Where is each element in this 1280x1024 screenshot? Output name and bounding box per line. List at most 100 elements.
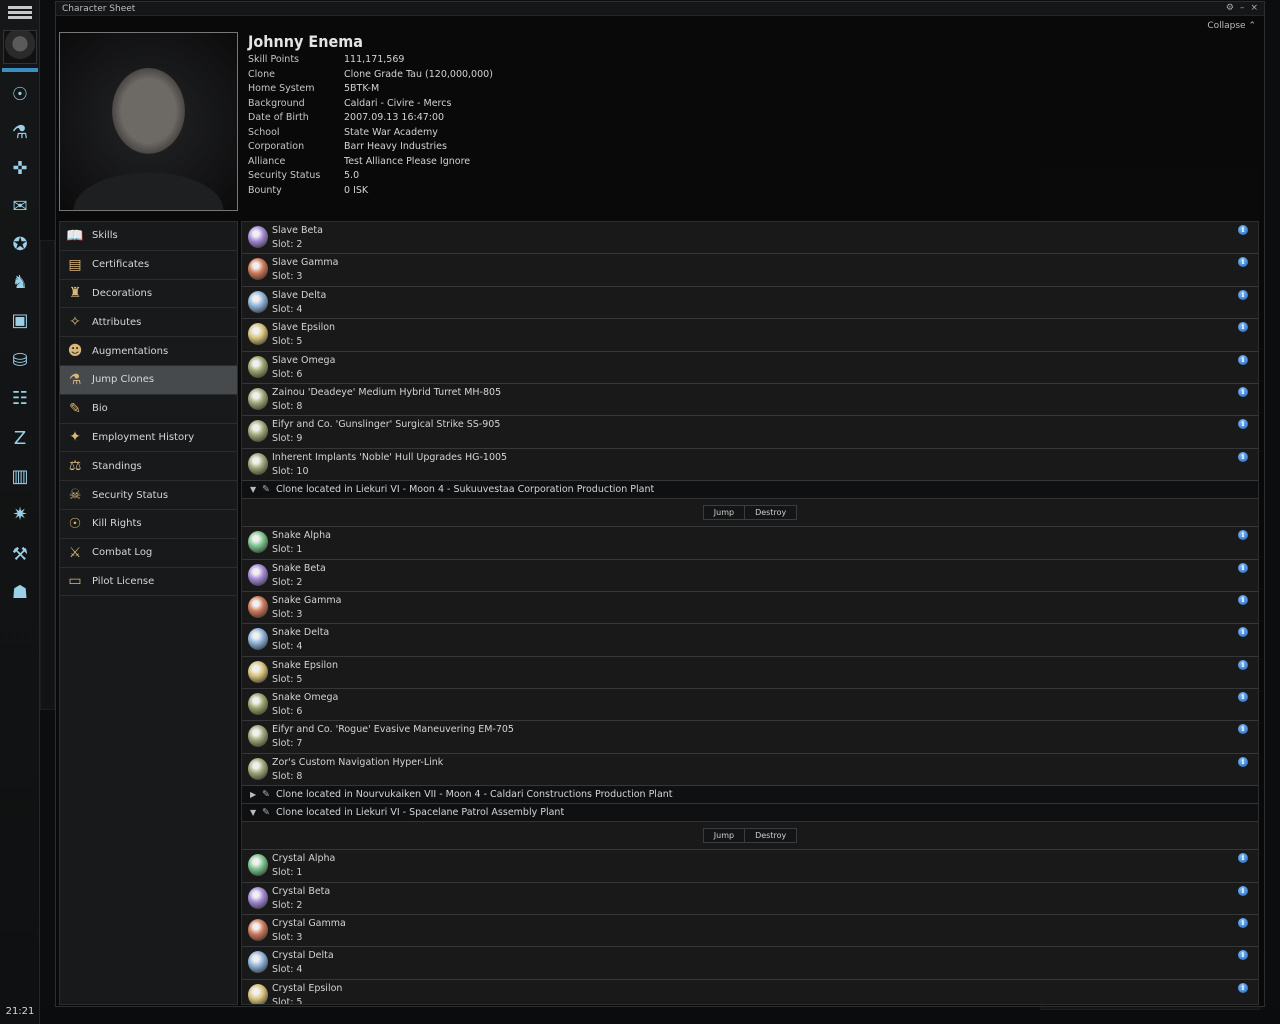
menu-icon[interactable] (6, 4, 34, 24)
info-icon[interactable]: i (1238, 451, 1248, 462)
people-icon[interactable]: ✜ (4, 152, 36, 184)
sidebar-item-standings[interactable]: ⚖ Standings (60, 452, 237, 482)
sidebar-item-employment-history[interactable]: ✦ Employment History (60, 424, 237, 453)
book-icon: 📖 (66, 227, 84, 244)
sidebar-item-combat-log[interactable]: ⚔ Combat Log (60, 539, 237, 568)
implant-row[interactable]: Slave Beta Slot: 2 i (242, 222, 1258, 255)
implant-row[interactable]: Snake Omega Slot: 6 i (242, 689, 1258, 722)
sidebar-item-attributes[interactable]: ✧ Attributes (60, 308, 237, 338)
info-icon[interactable]: i (1238, 692, 1248, 703)
implant-row[interactable]: Snake Epsilon Slot: 5 i (242, 657, 1258, 690)
sidebar-item-pilot-license[interactable]: ▭ Pilot License (60, 568, 237, 597)
contracts-icon[interactable]: ✷ (4, 498, 36, 530)
sidebar-item-augmentations[interactable]: ☻ Augmentations (60, 337, 237, 366)
wallet-icon[interactable]: ⛁ (4, 344, 36, 376)
clone-location-label: Clone located in Liekuri VI - Spacelane … (276, 807, 565, 819)
expanded-arrow-icon[interactable]: ▼ (250, 804, 262, 822)
collapse-button[interactable]: Collapse ⌃ (1207, 21, 1256, 31)
info-icon[interactable]: i (1238, 289, 1248, 300)
market-icon[interactable]: ☷ (4, 382, 36, 414)
sidebar-item-kill-rights[interactable]: ☉ Kill Rights (60, 510, 237, 539)
window-title[interactable]: Character Sheet (56, 2, 1264, 16)
collapsed-arrow-icon[interactable]: ▶ (250, 786, 262, 804)
info-icon[interactable]: i (1238, 853, 1248, 864)
info-icon[interactable]: i (1238, 530, 1248, 541)
implant-row[interactable]: Eifyr and Co. 'Gunslinger' Surgical Stri… (242, 416, 1258, 449)
sidebar-item-jump-clones[interactable]: ⚗ Jump Clones (60, 365, 237, 395)
industry-icon[interactable]: ⚒ (4, 538, 36, 570)
sidebar-item-label: Certificates (92, 259, 150, 271)
sidebar-item-decorations[interactable]: ♜ Decorations (60, 280, 237, 309)
implant-slot: Slot: 9 (272, 433, 303, 445)
destroy-button[interactable]: Destroy (745, 828, 798, 844)
implant-row[interactable]: Crystal Delta Slot: 4 i (242, 947, 1258, 980)
implant-row[interactable]: Slave Epsilon Slot: 5 i (242, 319, 1258, 352)
info-icon[interactable]: i (1238, 982, 1248, 993)
clone-location-header[interactable]: ▼ ✎ Clone located in Liekuri VI - Spacelan… (242, 804, 1258, 823)
info-icon[interactable]: i (1238, 354, 1248, 365)
info-value[interactable]: Test Alliance Please Ignore (344, 155, 470, 170)
map-icon[interactable]: ✪ (4, 228, 36, 260)
implant-row[interactable]: Eifyr and Co. 'Rogue' Evasive Maneuverin… (242, 721, 1258, 754)
sidebar-item-certificates[interactable]: ▤ Certificates (60, 251, 237, 280)
sidebar-item-skills[interactable]: 📖 Skills (60, 222, 237, 251)
clone-location-header[interactable]: ▼ ✎ Clone located in Liekuri VI - Moon 4 -… (242, 481, 1258, 500)
science-icon[interactable]: ⚗ (4, 116, 36, 148)
info-icon[interactable]: i (1238, 659, 1248, 670)
info-icon[interactable]: i (1238, 322, 1248, 333)
info-icon[interactable]: i (1238, 419, 1248, 430)
character-portrait-button[interactable] (3, 30, 37, 64)
close-icon[interactable]: × (1250, 3, 1258, 13)
info-label: Bounty (248, 184, 282, 196)
implant-row[interactable]: Inherent Implants 'Noble' Hull Upgrades … (242, 449, 1258, 482)
implant-row[interactable]: Snake Delta Slot: 4 i (242, 624, 1258, 657)
journal-icon[interactable]: ▥ (4, 460, 36, 492)
implant-row[interactable]: Snake Alpha Slot: 1 i (242, 527, 1258, 560)
info-value[interactable]: Barr Heavy Industries (344, 140, 447, 155)
implant-row[interactable]: Zainou 'Deadeye' Medium Hybrid Turret MH… (242, 384, 1258, 417)
implant-row[interactable]: Snake Gamma Slot: 3 i (242, 592, 1258, 625)
implant-name: Crystal Beta (272, 885, 331, 897)
jump-button[interactable]: Jump (702, 505, 746, 521)
implant-row[interactable]: Slave Omega Slot: 6 i (242, 352, 1258, 384)
destroy-button[interactable]: Destroy (745, 505, 798, 521)
implant-row[interactable]: Zor's Custom Navigation Hyper-Link Slot: … (242, 754, 1258, 787)
assets-icon[interactable]: ▣ (4, 304, 36, 336)
minimize-icon[interactable]: – (1240, 3, 1245, 13)
info-value[interactable]: 5BTK-M (344, 82, 379, 97)
expanded-arrow-icon[interactable]: ▼ (250, 481, 262, 499)
info-icon[interactable]: i (1238, 627, 1248, 638)
clone-icon: ✎ (262, 807, 270, 819)
sidebar-item-bio[interactable]: ✎ Bio (60, 395, 237, 424)
info-icon[interactable]: i (1238, 950, 1248, 961)
kill-rights-icon: ☉ (68, 515, 82, 532)
jump-button[interactable]: Jump (702, 828, 746, 844)
implant-row[interactable]: Crystal Beta Slot: 2 i (242, 883, 1258, 916)
implant-row[interactable]: Crystal Gamma Slot: 3 i (242, 915, 1258, 948)
clone-location-header[interactable]: ▶ ✎ Clone located in Nourvukaiken VII - Mo… (242, 786, 1258, 805)
character-icon[interactable]: ☗ (4, 576, 36, 608)
sidebar-item-security-status[interactable]: ☠ Security Status (60, 481, 237, 510)
info-icon[interactable]: i (1238, 225, 1248, 235)
info-icon[interactable]: i (1238, 724, 1248, 735)
implant-row[interactable]: Slave Gamma Slot: 3 i (242, 254, 1258, 287)
implant-row[interactable]: Slave Delta Slot: 4 i (242, 287, 1258, 320)
info-icon[interactable]: i (1238, 257, 1248, 268)
info-icon[interactable]: i (1238, 594, 1248, 605)
fleet-icon[interactable]: ♞ (4, 266, 36, 298)
corp-icon[interactable]: Z (4, 422, 36, 454)
info-icon[interactable]: i (1238, 562, 1248, 573)
info-icon[interactable]: i (1238, 918, 1248, 929)
skills-icon[interactable]: ☉ (4, 78, 36, 110)
info-icon[interactable]: i (1238, 885, 1248, 896)
implant-row[interactable]: Snake Beta Slot: 2 i (242, 560, 1258, 592)
implant-row[interactable]: Crystal Alpha Slot: 1 i (242, 850, 1258, 883)
info-icon[interactable]: i (1238, 386, 1248, 397)
info-icon[interactable]: i (1238, 756, 1248, 767)
implant-slot: Slot: 5 (272, 996, 303, 1005)
implant-row[interactable]: Crystal Epsilon Slot: 5 i (242, 980, 1258, 1005)
collapse-label: Collapse (1207, 21, 1246, 31)
mail-icon[interactable]: ✉ (4, 190, 36, 222)
settings-icon[interactable]: ⚙ (1226, 3, 1234, 13)
implant-slot: Slot: 10 (272, 465, 309, 477)
